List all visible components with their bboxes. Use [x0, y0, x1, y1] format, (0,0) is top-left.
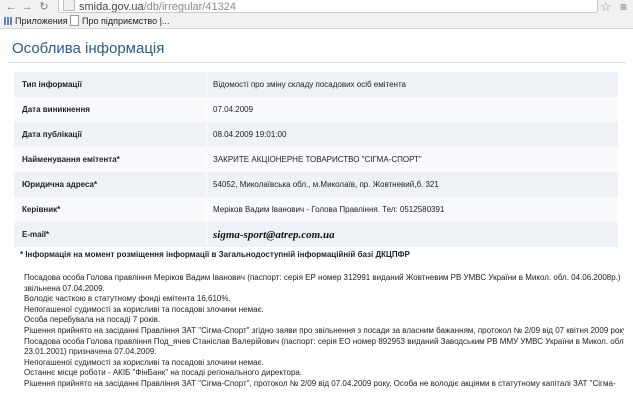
page-info-icon[interactable]	[63, 0, 75, 11]
page-icon	[70, 15, 79, 26]
bookmarks-bar: Приложения Про підприємство |...	[0, 14, 633, 28]
bookmark-label: Про підприємство |...	[82, 16, 170, 26]
text-line: Непогашеної судимості за корисливі та по…	[24, 304, 264, 314]
row-label: Керівник*	[14, 197, 207, 222]
text-line: звільнена 07.04.2009.	[24, 283, 105, 293]
table-row: Дата публікації 08.04.2009 19:01:00	[14, 122, 618, 147]
table-row: E-mail* sigma-sport@atrep.com.ua	[14, 222, 618, 247]
page-title: Особлива інформація	[12, 40, 165, 57]
row-value: ЗАКРИТЕ АКЦІОНЕРНЕ ТОВАРИСТВО "СІГМА-СПО…	[206, 147, 618, 172]
text-line: Посадова особа Голова правління Меріков …	[24, 273, 621, 282]
url-path: /db/irregular/41324	[143, 1, 236, 13]
row-label: Найменування емітента*	[14, 147, 207, 172]
bookmark-label: Приложения	[15, 16, 68, 26]
address-bar[interactable]: smida.gov.ua/db/irregular/41324	[58, 0, 598, 13]
text-line: Останнє місце роботи - АКІБ "ФінБанк" на…	[24, 368, 303, 378]
text-line: Рішення прийнято на засіданні Правління …	[24, 378, 616, 388]
info-table: Тип інформації Відомості про зміну склад…	[14, 72, 618, 247]
row-value: Меріков Вадим Іванович - Голова Правлінн…	[206, 197, 618, 222]
row-label: Дата виникнення	[14, 97, 207, 122]
text-line: Непогашеної судимості за корисливі та по…	[24, 357, 264, 367]
table-row: Юридична адреса* 54052, Миколаївська обл…	[14, 172, 618, 197]
row-value: Відомості про зміну складу посадових осі…	[206, 72, 618, 97]
row-label: Тип інформації	[14, 72, 207, 97]
row-label: Юридична адреса*	[14, 172, 207, 197]
back-arrow-icon[interactable]: ←	[4, 0, 18, 14]
table-row: Дата виникнення 07.04.2009	[14, 97, 618, 122]
table-row: Найменування емітента* ЗАКРИТЕ АКЦІОНЕРН…	[14, 147, 618, 172]
row-value: 54052, Миколаївська обл., м.Миколаїв, пр…	[206, 172, 618, 197]
row-value: 08.04.2009 19:01:00	[206, 122, 618, 147]
text-line: Рішення прийнято на засіданні Правління …	[24, 325, 624, 335]
text-line: 23.01.2001) призначена 07.04.2009.	[24, 347, 157, 357]
bookmark-company[interactable]: Про підприємство |...	[70, 14, 169, 28]
footnote: * Інформація на момент розміщення інформ…	[20, 250, 410, 259]
divider	[8, 62, 626, 63]
table-row: Тип інформації Відомості про зміну склад…	[14, 72, 618, 97]
url-host: smida.gov.ua	[79, 1, 144, 13]
row-label: E-mail*	[14, 222, 207, 247]
bookmark-star-icon[interactable]: ☆	[600, 0, 612, 15]
text-line: Володіє часткою в статутному фонді еміте…	[24, 294, 231, 304]
menu-icon[interactable]: ≡	[620, 0, 627, 14]
text-line: Особа перебувала на посаді 7 років.	[24, 315, 161, 325]
table-row: Керівник* Меріков Вадим Іванович - Голов…	[14, 197, 618, 222]
announcement-text: Посадова особа Голова правління Меріков …	[24, 273, 624, 390]
row-value-email: sigma-sport@atrep.com.ua	[206, 222, 618, 247]
reload-icon[interactable]: ↻	[37, 0, 51, 14]
row-label: Дата публікації	[14, 122, 207, 147]
row-value: 07.04.2009	[206, 97, 618, 122]
browser-toolbar: ← → ↻ smida.gov.ua/db/irregular/41324 ☆ …	[0, 0, 633, 29]
apps-grid-icon	[4, 17, 12, 25]
forward-arrow-icon[interactable]: →	[20, 0, 34, 14]
bookmark-apps[interactable]: Приложения	[4, 14, 68, 28]
text-line: Посадова особа Голова правління Под_ячев…	[24, 336, 624, 346]
email-text: sigma-sport@atrep.com.ua	[213, 228, 335, 241]
